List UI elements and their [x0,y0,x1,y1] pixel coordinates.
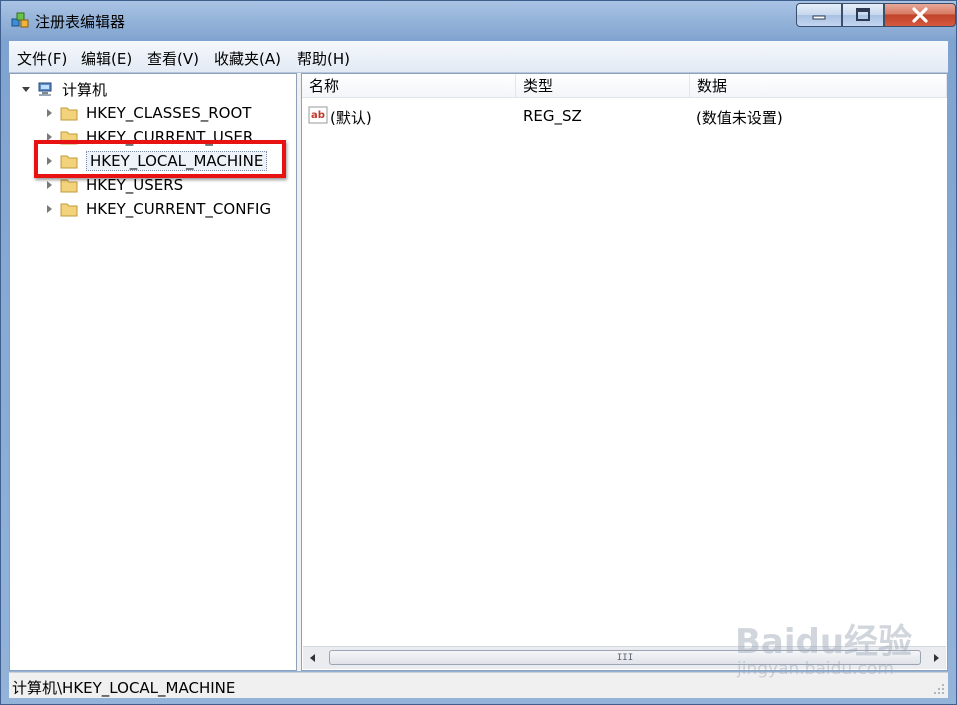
tree-item-hkey-classes-root[interactable]: HKEY_CLASSES_ROOT [47,102,251,124]
tree-item-hkey-current-config[interactable]: HKEY_CURRENT_CONFIG [47,198,271,220]
folder-icon [60,179,78,193]
expand-arrow-icon[interactable] [47,109,52,117]
menu-edit[interactable]: 编辑(E) [81,48,132,69]
column-header-data[interactable]: 数据 [690,74,947,98]
registry-editor-window: 注册表编辑器 文件(F) 编辑(E) 查看(V) 收藏夹(A) 帮助(H) 计算… [0,0,957,705]
close-button[interactable] [884,3,956,27]
scroll-grip: III [616,652,634,663]
registry-editor-icon [11,12,29,28]
maximize-button[interactable] [842,3,884,27]
annotation-highlight-box [34,140,286,178]
minimize-icon [812,15,826,20]
resize-grip-icon[interactable] [933,683,945,695]
maximize-icon [856,8,870,21]
tree-label: HKEY_USERS [86,176,184,194]
expand-arrow-icon[interactable] [47,181,52,189]
svg-text:ab: ab [311,110,325,121]
minimize-button[interactable] [796,3,842,27]
close-icon [912,7,928,23]
watermark-logo: Baidu经验 [735,622,913,662]
folder-icon [60,203,78,217]
value-name: (默认) [330,109,372,127]
tree-label: HKEY_CLASSES_ROOT [86,104,252,122]
window-title: 注册表编辑器 [35,13,126,31]
computer-icon [38,82,52,96]
menu-help[interactable]: 帮助(H) [297,48,350,69]
watermark-url: jingyan.baidu.com [737,659,894,679]
expand-arrow-icon[interactable] [47,205,52,213]
menu-bar: 文件(F) 编辑(E) 查看(V) 收藏夹(A) 帮助(H) [9,41,948,73]
string-value-icon: ab [308,106,328,124]
tree-label: HKEY_CURRENT_CONFIG [86,200,272,218]
status-path: 计算机\HKEY_LOCAL_MACHINE [12,679,236,697]
menu-file[interactable]: 文件(F) [17,48,67,69]
column-header-type[interactable]: 类型 [516,74,690,98]
value-type: REG_SZ [523,107,582,125]
value-data: (数值未设置) [696,109,783,127]
tree-item-computer[interactable]: 计算机 [22,78,107,100]
watermark: Baidu经验 jingyan.baidu.com [731,604,941,684]
tree-label-computer: 计算机 [62,80,108,99]
caption-buttons [796,3,956,29]
scroll-left-button[interactable] [303,647,323,669]
left-arrow-icon [310,654,315,662]
column-header-name[interactable]: 名称 [302,74,516,98]
title-bar[interactable]: 注册表编辑器 [1,1,956,41]
values-list-pane[interactable]: 名称 类型 数据 ab (默认) REG_SZ (数值未设置) III [301,73,948,671]
menu-favorites[interactable]: 收藏夹(A) [214,48,281,69]
folder-icon [60,107,78,121]
menu-view[interactable]: 查看(V) [147,48,199,69]
collapse-arrow-icon[interactable] [22,86,30,92]
